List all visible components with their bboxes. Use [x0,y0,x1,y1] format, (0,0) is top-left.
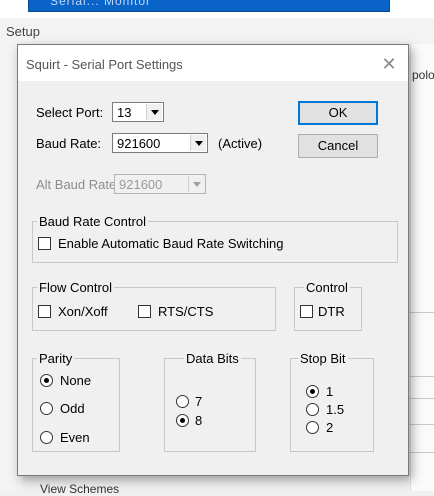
data-bits-7-radio[interactable] [176,395,189,408]
baud-rate-label: Baud Rate: [36,136,102,151]
stop-bit-1-radio[interactable] [306,385,319,398]
baud-rate-status: (Active) [218,136,263,151]
dialog-title: Squirt - Serial Port Settings [26,57,183,72]
chevron-down-icon [188,176,204,192]
alt-baud-rate-label: Alt Baud Rate: [36,177,120,192]
stop-bit-1-5-label[interactable]: 1.5 [326,402,344,417]
chevron-down-icon[interactable] [190,135,206,151]
enable-auto-baud-checkbox[interactable] [38,237,51,250]
select-port-label: Select Port: [36,105,104,120]
stop-bit-2-label[interactable]: 2 [326,420,333,435]
parity-odd-radio[interactable] [40,402,53,415]
background-right-clipped-text: polo [412,68,434,82]
dtr-label[interactable]: DTR [318,304,345,319]
close-icon[interactable]: ✕ [374,51,404,77]
background-view-schemes-text: View Schemes [40,482,120,496]
setup-window-title: Setup [6,24,40,39]
parity-none-label[interactable]: None [60,373,91,388]
ok-button[interactable]: OK [298,101,378,125]
stop-bit-1-label[interactable]: 1 [326,384,333,399]
parity-caption: Parity [37,351,75,366]
data-bits-caption: Data Bits [184,351,241,366]
parity-odd-label[interactable]: Odd [60,401,85,416]
chevron-down-icon[interactable] [146,104,162,120]
baud-rate-combobox[interactable]: 921600 [112,133,208,153]
data-bits-8-radio[interactable] [176,414,189,427]
serial-port-settings-dialog: Squirt - Serial Port Settings ✕ Select P… [17,44,409,476]
baud-rate-control-caption: Baud Rate Control [37,214,148,229]
stop-bit-2-radio[interactable] [306,421,319,434]
select-port-combobox[interactable]: 13 [112,102,164,122]
parity-even-radio[interactable] [40,431,53,444]
background-divider [406,312,434,313]
background-divider [406,452,434,453]
background-selected-row-text: Serial... Monitor [50,0,152,8]
select-port-value: 13 [117,105,132,120]
xon-xoff-checkbox[interactable] [38,305,51,318]
data-bits-8-label[interactable]: 8 [195,413,202,428]
stop-bit-1-5-radio[interactable] [306,403,319,416]
parity-even-label[interactable]: Even [60,430,90,445]
baud-rate-value: 921600 [117,136,161,151]
stop-bit-caption: Stop Bit [298,351,348,366]
cancel-button[interactable]: Cancel [298,134,378,158]
flow-control-caption: Flow Control [37,280,114,295]
setup-window-titlebar [0,18,434,44]
data-bits-7-label[interactable]: 7 [195,394,202,409]
background-divider [406,376,434,377]
parity-none-radio[interactable] [40,374,53,387]
enable-auto-baud-label[interactable]: Enable Automatic Baud Rate Switching [58,236,283,251]
background-divider [406,424,434,425]
alt-baud-rate-combobox: 921600 [114,174,206,194]
rts-cts-label[interactable]: RTS/CTS [158,304,213,319]
control-caption: Control [304,280,350,295]
xon-xoff-label[interactable]: Xon/Xoff [58,304,108,319]
rts-cts-checkbox[interactable] [138,305,151,318]
background-divider [406,398,434,399]
dtr-checkbox[interactable] [300,305,313,318]
alt-baud-rate-value: 921600 [119,177,163,192]
